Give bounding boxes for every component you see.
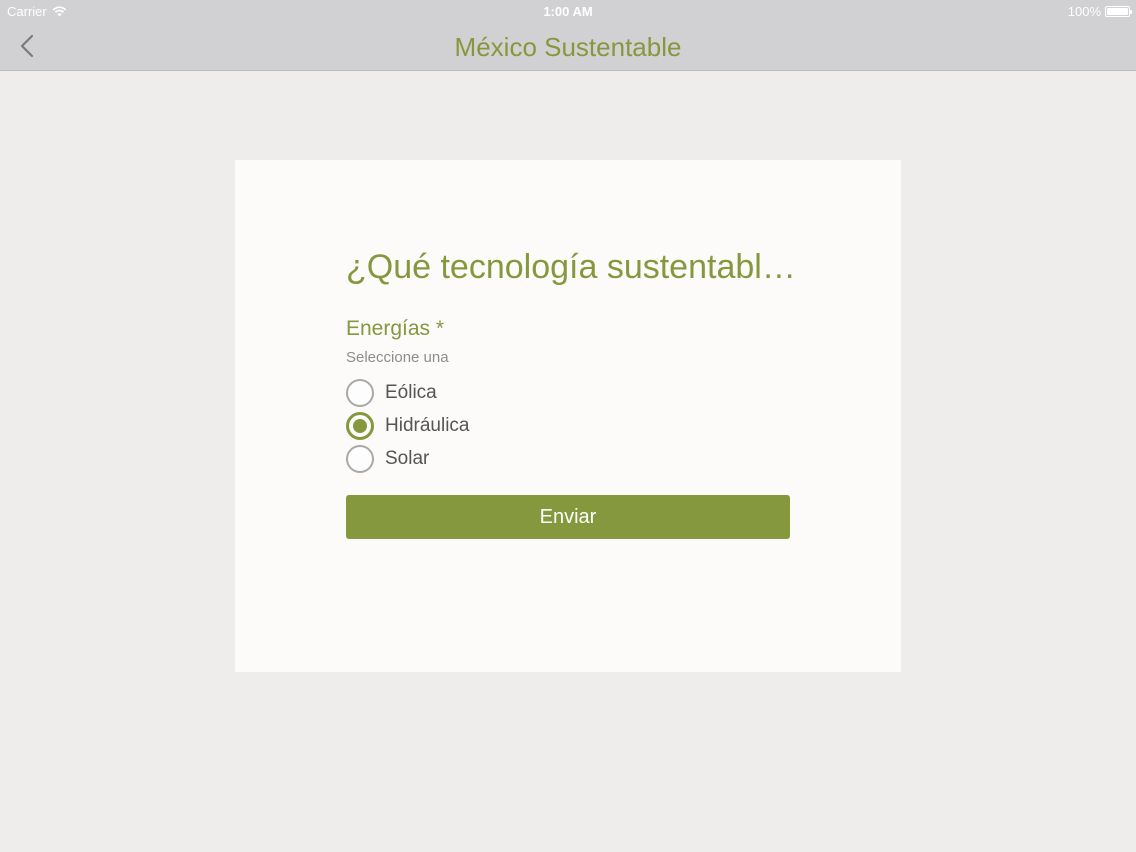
page-title: México Sustentable (454, 32, 682, 62)
battery-indicator: 100% (1067, 4, 1132, 19)
radio-option-label: Eólica (385, 381, 437, 403)
status-time: 1:00 AM (543, 4, 593, 19)
radio-option-eolica[interactable]: Eólica (346, 376, 469, 409)
navigation-bar: Carrier 1:00 AM 100% México Sustentable (0, 0, 1136, 71)
radio-option-label: Solar (385, 447, 430, 469)
field-hint: Seleccione una (346, 349, 449, 366)
question-title: ¿Qué tecnología sustentabl… (346, 248, 796, 286)
submit-button[interactable]: Enviar (346, 495, 790, 539)
status-bar: Carrier 1:00 AM 100% (0, 0, 1136, 22)
field-label: Energías * (346, 317, 445, 340)
battery-percent: 100% (1067, 4, 1101, 19)
battery-fill (1107, 8, 1128, 15)
radio-option-solar[interactable]: Solar (346, 442, 469, 475)
battery-tip (1130, 10, 1132, 14)
battery-icon (1105, 6, 1132, 17)
radio-button[interactable] (346, 444, 374, 473)
radio-option-label: Hidráulica (385, 414, 470, 436)
radio-group: Eólica Hidráulica Solar (346, 376, 469, 475)
form-card: ¿Qué tecnología sustentabl… Energías * S… (235, 160, 901, 672)
radio-button[interactable] (346, 378, 374, 407)
radio-option-hidraulica[interactable]: Hidráulica (346, 409, 469, 442)
radio-button-selected[interactable] (346, 411, 374, 440)
